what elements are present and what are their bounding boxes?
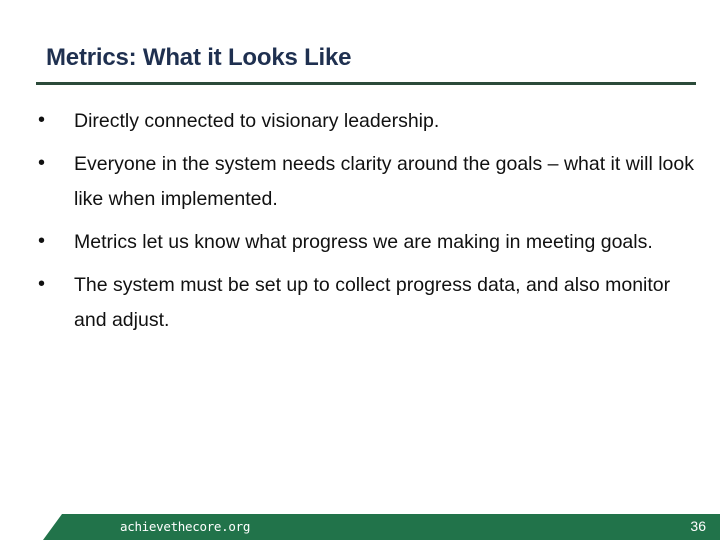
bullet-text: Directly connected to visionary leadersh… xyxy=(74,110,440,132)
bullet-icon: • xyxy=(38,152,46,174)
bullet-list: • Directly connected to visionary leader… xyxy=(38,104,698,346)
page-number: 36 xyxy=(690,518,706,534)
bullet-text: Metrics let us know what progress we are… xyxy=(74,231,653,253)
footer-shape xyxy=(43,514,720,540)
bullet-icon: • xyxy=(38,109,46,131)
bullet-text: The system must be set up to collect pro… xyxy=(74,274,671,331)
bullet-icon: • xyxy=(38,273,46,295)
bullet-icon: • xyxy=(38,230,46,252)
bullet-item: • Metrics let us know what progress we a… xyxy=(38,225,698,260)
slide-title: Metrics: What it Looks Like xyxy=(46,44,352,71)
bullet-text: Everyone in the system needs clarity aro… xyxy=(74,153,694,210)
title-underline xyxy=(36,82,696,85)
bullet-item: • The system must be set up to collect p… xyxy=(38,268,698,338)
bullet-item: • Directly connected to visionary leader… xyxy=(38,104,698,139)
footer-site-link[interactable]: achievethecore.org xyxy=(120,519,250,534)
footer-band: achievethecore.org 36 xyxy=(0,514,720,540)
bullet-item: • Everyone in the system needs clarity a… xyxy=(38,147,698,217)
